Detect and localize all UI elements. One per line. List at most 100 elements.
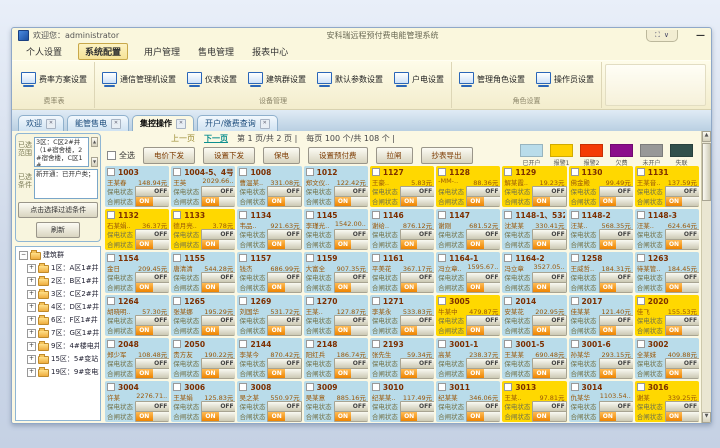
keep-power-toggle[interactable]: OFF [665, 229, 699, 240]
toggle-blank-segment[interactable] [467, 273, 484, 282]
room-checkbox[interactable] [306, 254, 314, 262]
toggle-blank-segment[interactable] [202, 187, 219, 196]
room-checkbox[interactable] [372, 168, 380, 176]
toggle-off-segment[interactable]: OFF [351, 273, 368, 282]
action-button[interactable]: 抄表导出 [421, 147, 473, 164]
document-tab[interactable]: 能管售电 ✕ [67, 115, 129, 131]
room-checkbox[interactable] [504, 254, 512, 262]
toggle-blank-segment[interactable] [533, 359, 550, 368]
keep-power-toggle[interactable]: OFF [599, 315, 633, 326]
expand-icon[interactable]: + [27, 277, 36, 286]
toggle-blank-segment[interactable] [285, 369, 302, 378]
toggle-on-segment[interactable]: ON [136, 369, 153, 378]
expand-icon[interactable]: + [27, 290, 36, 299]
room-card[interactable]: 1145 李瑾光.. 1542.00.. 保电状态 OFF [304, 209, 368, 250]
room-checkbox[interactable] [173, 383, 181, 391]
toggle-blank-segment[interactable] [417, 412, 434, 421]
toggle-blank-segment[interactable] [351, 283, 368, 292]
toggle-on-segment[interactable]: ON [268, 326, 285, 335]
tab-close-icon[interactable]: ✕ [111, 119, 121, 129]
toggle-off-segment[interactable]: OFF [484, 402, 501, 411]
toggle-blank-segment[interactable] [600, 316, 617, 325]
ribbon-button[interactable]: 费率方案设置 [21, 72, 87, 87]
toggle-on-segment[interactable]: ON [202, 240, 219, 249]
listbox-scrollbar[interactable]: ▲ ▼ [91, 137, 98, 167]
keep-power-toggle[interactable]: OFF [267, 358, 301, 369]
toggle-blank-segment[interactable] [351, 326, 368, 335]
room-checkbox[interactable] [637, 211, 645, 219]
keep-power-toggle[interactable]: OFF [201, 401, 235, 412]
toggle-blank-segment[interactable] [401, 402, 418, 411]
toggle-off-segment[interactable]: OFF [351, 316, 368, 325]
keep-power-toggle[interactable]: OFF [201, 358, 235, 369]
toggle-off-segment[interactable]: OFF [153, 187, 170, 196]
switch-status-toggle[interactable]: ON [201, 196, 235, 207]
scrollbar-down-icon[interactable]: ▼ [702, 412, 711, 423]
toggle-on-segment[interactable]: ON [268, 283, 285, 292]
toggle-on-segment[interactable]: ON [666, 240, 683, 249]
room-card[interactable]: 2050 贵方友 190.22元 保电状态 OFF [171, 338, 235, 379]
toggle-blank-segment[interactable] [153, 283, 170, 292]
toggle-off-segment[interactable]: OFF [285, 316, 302, 325]
switch-status-toggle[interactable]: ON [466, 282, 500, 293]
toggle-blank-segment[interactable] [616, 197, 633, 206]
toggle-on-segment[interactable]: ON [335, 326, 352, 335]
keep-power-toggle[interactable]: OFF [466, 229, 500, 240]
toggle-on-segment[interactable]: ON [401, 412, 418, 421]
toggle-off-segment[interactable]: OFF [550, 359, 567, 368]
room-card[interactable]: 1154 金日 209.45元 保电状态 OFF [105, 252, 169, 293]
switch-status-toggle[interactable]: ON [201, 282, 235, 293]
tab-close-icon[interactable]: ✕ [260, 119, 270, 129]
tab-close-icon[interactable]: ✕ [176, 119, 186, 129]
toggle-blank-segment[interactable] [533, 273, 550, 282]
toggle-blank-segment[interactable] [351, 412, 368, 421]
room-card[interactable]: 1148-1、532 沈某某 330.41元 保电状态 OFF [502, 209, 566, 250]
room-card[interactable]: 1161 平美花 367.17元 保电状态 OFF [370, 252, 434, 293]
room-checkbox[interactable] [306, 297, 314, 305]
keep-power-toggle[interactable]: OFF [400, 315, 434, 326]
toggle-blank-segment[interactable] [417, 283, 434, 292]
room-card[interactable]: 2048 郑少军 108.48元 保电状态 OFF [105, 338, 169, 379]
room-card[interactable]: 1146 谢给.. 876.12元 保电状态 OFF [370, 209, 434, 250]
toggle-on-segment[interactable]: ON [666, 369, 683, 378]
room-checkbox[interactable] [107, 383, 115, 391]
toggle-blank-segment[interactable] [219, 240, 236, 249]
toggle-blank-segment[interactable] [682, 197, 699, 206]
switch-status-toggle[interactable]: ON [532, 196, 566, 207]
toggle-off-segment[interactable]: OFF [616, 402, 633, 411]
toggle-blank-segment[interactable] [484, 240, 501, 249]
expand-icon[interactable]: + [27, 329, 36, 338]
toggle-blank-segment[interactable] [351, 197, 368, 206]
room-checkbox[interactable] [372, 340, 380, 348]
toggle-on-segment[interactable]: ON [202, 326, 219, 335]
toggle-on-segment[interactable]: ON [268, 412, 285, 421]
toggle-blank-segment[interactable] [600, 230, 617, 239]
keep-power-toggle[interactable]: OFF [665, 315, 699, 326]
toggle-on-segment[interactable]: ON [533, 326, 550, 335]
room-card[interactable]: 1164-2 冯立章 3527.05.. 保电状态 OFF [502, 252, 566, 293]
switch-status-toggle[interactable]: ON [135, 411, 169, 422]
document-tab[interactable]: 欢迎 ✕ [18, 115, 64, 131]
toggle-off-segment[interactable]: OFF [219, 187, 236, 196]
toggle-off-segment[interactable]: OFF [285, 187, 302, 196]
tree-item[interactable]: + 9区：4#楼电井（4#… [27, 341, 99, 351]
toggle-blank-segment[interactable] [550, 283, 567, 292]
toggle-blank-segment[interactable] [268, 187, 285, 196]
room-checkbox[interactable] [239, 340, 247, 348]
keep-power-toggle[interactable]: OFF [201, 229, 235, 240]
keep-power-toggle[interactable]: OFF [532, 272, 566, 283]
choose-filter-button[interactable]: 点击选择过滤条件 [18, 202, 98, 218]
toggle-off-segment[interactable]: OFF [153, 273, 170, 282]
toggle-off-segment[interactable]: OFF [219, 402, 236, 411]
room-checkbox[interactable] [306, 168, 314, 176]
toggle-blank-segment[interactable] [484, 369, 501, 378]
toggle-on-segment[interactable]: ON [202, 283, 219, 292]
toggle-on-segment[interactable]: ON [202, 369, 219, 378]
toggle-blank-segment[interactable] [136, 187, 153, 196]
toggle-off-segment[interactable]: OFF [484, 187, 501, 196]
toggle-on-segment[interactable]: ON [335, 369, 352, 378]
switch-status-toggle[interactable]: ON [267, 196, 301, 207]
toggle-on-segment[interactable]: ON [467, 369, 484, 378]
keep-power-toggle[interactable]: OFF [665, 401, 699, 412]
room-checkbox[interactable] [306, 340, 314, 348]
